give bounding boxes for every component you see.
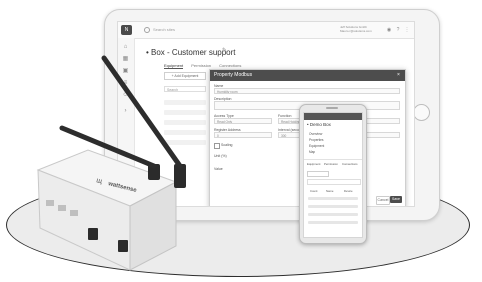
terminal-block (118, 240, 128, 252)
port-left (46, 200, 54, 206)
terminal-block (88, 228, 98, 240)
gateway-device: щ wattsense (36, 55, 186, 271)
port-left (70, 210, 78, 216)
port-left (58, 205, 66, 211)
